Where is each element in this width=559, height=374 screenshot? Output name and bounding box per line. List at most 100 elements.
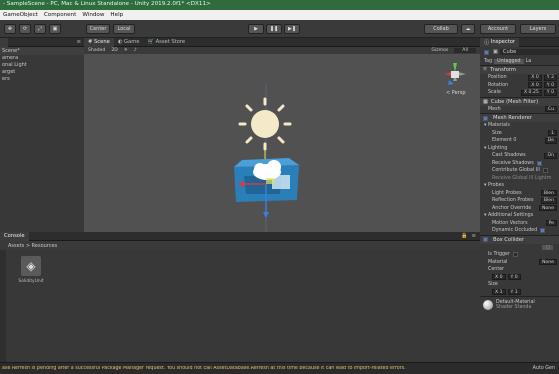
rect-tool-icon[interactable]: ▣ [49, 24, 61, 34]
play-button[interactable]: ▶ [248, 24, 264, 34]
collab-dropdown[interactable]: Collab [424, 24, 458, 34]
center-label-row: Center [480, 266, 559, 274]
collider-size-y[interactable]: Y 1 [507, 289, 521, 296]
hierarchy-tabrow: ≡ [0, 37, 84, 47]
scale-y[interactable]: Y 0 [543, 89, 557, 96]
rotation-x[interactable]: X 0 [528, 82, 542, 89]
rotate-tool-icon[interactable]: ⟳ [19, 24, 31, 34]
mode-2d-toggle[interactable]: 2D [111, 48, 117, 53]
light-probes-dropdown[interactable]: Blen [540, 190, 557, 197]
anchor-override-row: Anchor Override None [480, 205, 559, 213]
cast-shadows-row: Cast Shadows On [480, 152, 559, 160]
transform-header[interactable]: ⤧ Transform [480, 65, 559, 74]
menu-window[interactable]: Window [82, 12, 104, 18]
box-collider-checkbox[interactable] [483, 237, 488, 242]
mesh-renderer-checkbox[interactable] [483, 115, 488, 121]
motion-vectors-label: Motion Vectors [492, 220, 528, 226]
probes-foldout[interactable]: ▾ Probes [480, 182, 559, 190]
collider-size-x[interactable]: X 1 [492, 289, 506, 296]
position-y[interactable]: Y 2 [543, 74, 557, 81]
mesh-filter-icon: ▦ [483, 98, 488, 105]
motion-vectors-dropdown[interactable]: Pe [545, 220, 557, 227]
edit-collider-button[interactable]: ⬚ [542, 244, 553, 250]
contribute-gi-label: Contribute Global Ill [492, 168, 540, 174]
pause-button[interactable]: ❚❚ [266, 24, 282, 34]
menu-gameobject[interactable]: GameObject [3, 12, 38, 18]
list-item[interactable]: amera [2, 55, 84, 62]
motion-vectors-row: Motion Vectors Pe [480, 220, 559, 228]
tag-dropdown[interactable]: Untagged [494, 58, 524, 64]
move-tool-icon[interactable]: ✥ [4, 24, 16, 34]
pivot-local-toggle[interactable]: Local [113, 24, 135, 34]
receive-shadows-label: Receive Shadows [492, 160, 534, 166]
shading-mode-dropdown[interactable]: Shaded [88, 48, 105, 53]
receive-shadows-checkbox[interactable] [536, 160, 542, 166]
gizmos-dropdown[interactable]: Gizmos [431, 48, 448, 53]
contribute-gi-checkbox[interactable] [542, 168, 548, 174]
additional-settings-foldout[interactable]: ▾ Additional Settings [480, 212, 559, 220]
panel-menu-icon[interactable]: ≡ [472, 233, 476, 239]
materials-label: Materials [487, 123, 510, 129]
tab-inspector[interactable]: ⓘ Inspector [480, 38, 520, 47]
tab-hierarchy[interactable] [0, 37, 8, 47]
menu-component[interactable]: Component [44, 12, 76, 18]
mesh-field[interactable]: Cu [544, 106, 557, 113]
cast-shadows-dropdown[interactable]: On [544, 152, 557, 159]
tab-asset-store[interactable]: 🛒 Asset Store [143, 38, 189, 47]
anchor-override-field[interactable]: None [539, 205, 557, 212]
material-preview-row: Default-Material Shader Standa [480, 296, 559, 312]
menu-help[interactable]: Help [110, 12, 123, 18]
list-item[interactable]: onal Light [2, 62, 84, 69]
scene-row[interactable]: Scene* [0, 47, 84, 55]
mesh-filter-header[interactable]: ▦ Cube (Mesh Filter) [480, 96, 559, 106]
scale-x[interactable]: X 0.25 [520, 89, 542, 96]
panel-menu-icon[interactable]: ≡ [77, 39, 84, 45]
tag-label: Tag [484, 58, 493, 64]
scale-tool-icon[interactable]: ⤢ [34, 24, 46, 34]
rotation-y[interactable]: Y 0 [543, 82, 557, 89]
active-checkbox[interactable] [484, 49, 489, 55]
scene-viewport[interactable]: < Persp [84, 54, 480, 232]
transform-icon: ⤧ [483, 66, 488, 73]
tab-console[interactable]: Console [0, 231, 29, 241]
pivot-center-toggle[interactable]: Center [86, 24, 110, 34]
tab-game[interactable]: ◐ Game [114, 38, 144, 47]
center-x[interactable]: X 0 [492, 274, 506, 281]
step-button[interactable]: ▶❚ [284, 24, 300, 34]
audio-toggle-icon[interactable]: ♪ [134, 48, 137, 53]
collider-material-field[interactable]: None [539, 259, 557, 266]
center-y[interactable]: Y 0 [507, 274, 521, 281]
layer-label: La [525, 58, 532, 64]
object-name-field[interactable]: Cube [499, 49, 559, 55]
is-trigger-checkbox[interactable] [512, 252, 518, 258]
size-row: Size 1 [480, 130, 559, 138]
asset-tile[interactable]: ◈ SolidityUnit [14, 256, 48, 284]
position-x[interactable]: X 0 [528, 74, 542, 81]
list-item[interactable]: ers [2, 76, 84, 83]
account-dropdown[interactable]: Account [480, 24, 516, 34]
size-field[interactable]: 1 [548, 130, 557, 137]
tab-scene[interactable]: # Scene [84, 37, 114, 47]
perspective-label[interactable]: < Persp [446, 90, 466, 96]
shader-dropdown[interactable]: Standa [515, 305, 532, 310]
element-field[interactable]: De [544, 137, 557, 144]
reflection-probes-dropdown[interactable]: Blen [540, 197, 557, 204]
mesh-renderer-header[interactable]: Mesh Renderer [480, 113, 559, 122]
layers-dropdown[interactable]: Layers [520, 24, 556, 34]
lock-icon[interactable]: 🔒 [461, 233, 467, 239]
list-item[interactable]: arget [2, 69, 84, 76]
scene-search-input[interactable]: All [454, 48, 476, 53]
cloud-icon[interactable]: ☁ [461, 24, 475, 34]
is-trigger-label: Is Trigger [488, 252, 510, 258]
scene-panel: # Scene ◐ Game 🛒 Asset Store Shaded 2D ☀… [84, 37, 480, 232]
tag-row: Tag Untagged La [480, 57, 559, 65]
materials-foldout[interactable]: ▾ Materials [480, 122, 559, 130]
box-collider-header[interactable]: Box Collider [480, 234, 559, 244]
status-message[interactable]: ase Refresh is pending after a successfu… [2, 366, 529, 371]
dynamic-occluded-checkbox[interactable] [540, 228, 546, 234]
lighting-foldout[interactable]: ▾ Lighting [480, 145, 559, 153]
scene-tabrow: # Scene ◐ Game 🛒 Asset Store [84, 37, 480, 47]
scene-toolbar: Shaded 2D ☀ ♪ Gizmos All [84, 47, 480, 54]
breadcrumb[interactable]: Assets > Resources [8, 243, 57, 249]
lighting-toggle-icon[interactable]: ☀ [124, 48, 128, 53]
